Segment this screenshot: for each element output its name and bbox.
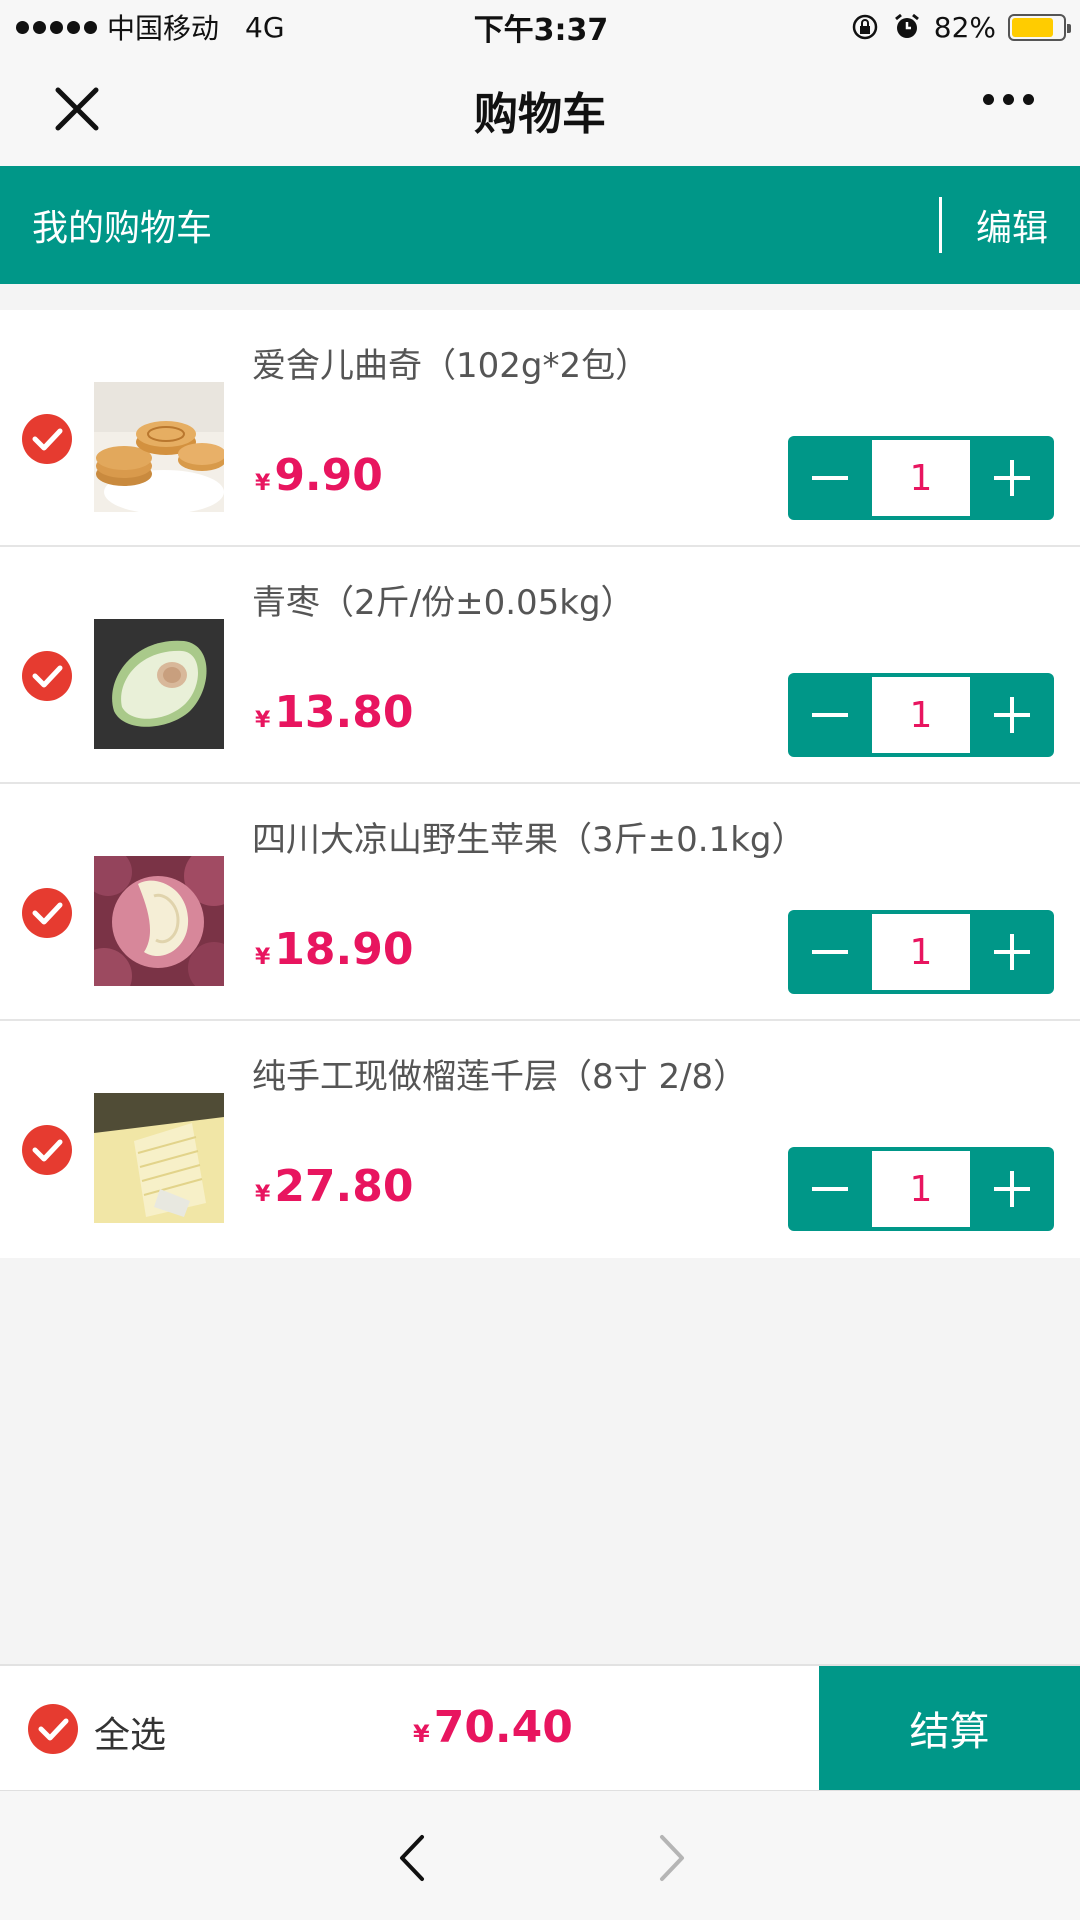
increase-button[interactable] [970,673,1054,757]
plus-icon [994,934,1030,970]
browser-toolbar [0,1790,1080,1920]
item-price: ¥18.90 [255,924,414,975]
cart-item: 青枣（2斤/份±0.05kg） ¥13.80 1 [0,547,1080,784]
cart-list: 爱舍儿曲奇（102g*2包） ¥9.90 1 青枣（2斤/份±0.05kg） ¥… [0,310,1080,1258]
quantity-value[interactable]: 1 [872,677,970,753]
decrease-button[interactable] [788,910,872,994]
header-divider [938,197,942,253]
minus-icon [812,950,848,954]
jujube-product-image[interactable] [94,619,224,749]
battery-icon [1008,13,1071,41]
increase-button[interactable] [970,1147,1054,1231]
plus-icon [994,697,1030,733]
quantity-value[interactable]: 1 [872,914,970,990]
decrease-button[interactable] [788,673,872,757]
cart-item: 纯手工现做榴莲千层（8寸 2/8） ¥27.80 1 [0,1021,1080,1258]
item-price: ¥9.90 [255,450,383,501]
item-checkbox-icon[interactable] [22,1125,72,1175]
quantity-stepper: 1 [788,673,1054,757]
plus-icon [994,1171,1030,1207]
item-checkbox-icon[interactable] [22,888,72,938]
page-title: 购物车 [474,89,606,140]
close-icon[interactable] [50,82,104,136]
status-bar: 中国移动 4G 下午3:37 82% [0,0,1080,54]
back-arrow-icon[interactable] [392,1833,432,1883]
total-price: ¥70.40 [413,1702,573,1753]
checkout-bar: 全选 ¥70.40 结算 [0,1664,1080,1790]
network-type: 4G [245,10,285,44]
increase-button[interactable] [970,910,1054,994]
decrease-button[interactable] [788,1147,872,1231]
item-name: 爱舍儿曲奇（102g*2包） [252,346,650,386]
item-checkbox-icon[interactable] [22,651,72,701]
cart-header: 我的购物车 编辑 [0,166,1080,284]
signal-strength-icon [16,20,97,34]
battery-percent: 82% [933,10,996,44]
cart-header-title: 我的购物车 [32,208,213,249]
decrease-button[interactable] [788,436,872,520]
minus-icon [812,476,848,480]
cookie-product-image[interactable] [94,382,224,512]
forward-arrow-icon[interactable] [652,1833,692,1883]
durian-crepe-cake-product-image[interactable] [94,1093,224,1223]
quantity-stepper: 1 [788,1147,1054,1231]
select-all-label[interactable]: 全选 [94,1706,166,1758]
item-checkbox-icon[interactable] [22,414,72,464]
rotation-lock-icon [852,14,878,40]
cart-item: 四川大凉山野生苹果（3斤±0.1kg） ¥18.90 1 [0,784,1080,1021]
select-all-checkbox-icon[interactable] [28,1704,78,1754]
item-price: ¥27.80 [255,1161,414,1212]
carrier-name: 中国移动 [107,12,220,45]
increase-button[interactable] [970,436,1054,520]
quantity-value[interactable]: 1 [872,440,970,516]
quantity-stepper: 1 [788,910,1054,994]
item-price: ¥13.80 [255,687,414,738]
apple-product-image[interactable] [94,856,224,986]
item-name: 纯手工现做榴莲千层（8寸 2/8） [252,1057,748,1097]
quantity-value[interactable]: 1 [872,1151,970,1227]
minus-icon [812,713,848,717]
edit-button[interactable]: 编辑 [976,199,1048,251]
cart-item: 爱舍儿曲奇（102g*2包） ¥9.90 1 [0,310,1080,547]
more-options-icon[interactable] [983,94,1034,105]
status-time: 下午3:37 [473,13,609,48]
item-name: 青枣（2斤/份±0.05kg） [252,583,635,623]
plus-icon [994,460,1030,496]
checkout-button[interactable]: 结算 [819,1666,1080,1790]
item-name: 四川大凉山野生苹果（3斤±0.1kg） [252,820,806,860]
quantity-stepper: 1 [788,436,1054,520]
nav-bar: 购物车 [0,54,1080,166]
minus-icon [812,1187,848,1191]
alarm-icon [894,13,919,38]
